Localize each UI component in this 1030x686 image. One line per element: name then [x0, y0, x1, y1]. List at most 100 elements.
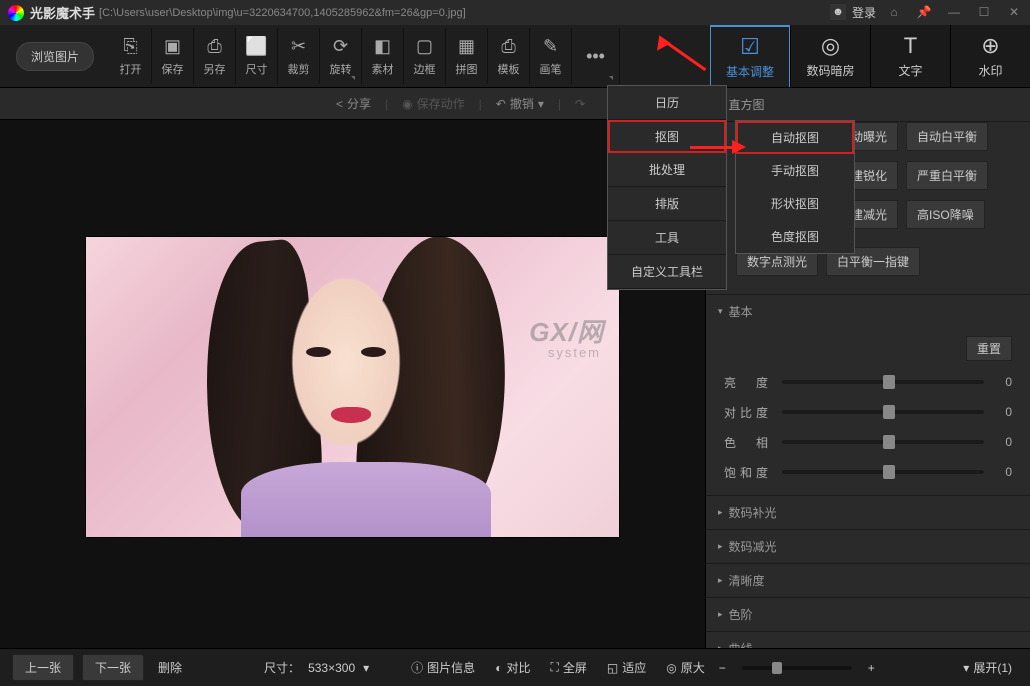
- zoom-in-icon[interactable]: +: [868, 661, 875, 675]
- brush-icon: ✎: [543, 36, 558, 58]
- app-icon: [8, 5, 24, 21]
- zoom-out-icon[interactable]: −: [719, 661, 726, 675]
- fit-icon: ◱: [607, 661, 618, 675]
- chevron-down-icon: ▾: [718, 306, 723, 317]
- watermark-icon: ⊕: [981, 33, 999, 59]
- prev-button[interactable]: 上一张: [12, 654, 74, 681]
- arrow-head-icon: [732, 140, 746, 154]
- menu-tools[interactable]: 工具: [608, 221, 726, 255]
- expand-button[interactable]: ▾展开(1): [957, 657, 1018, 678]
- fit-button[interactable]: ◱适应: [601, 657, 652, 678]
- submenu-auto-cutout[interactable]: 自动抠图: [736, 121, 854, 154]
- crop-icon: ✂: [291, 36, 306, 58]
- more-icon: •••: [586, 45, 605, 67]
- main-toolbar: 浏览图片 ⎘打开 ▣保存 ⎙另存 ⬜尺寸 ✂裁剪 ⟳旋转 ◧素材 ▢边框 ▦拼图…: [0, 25, 1030, 88]
- section-reduce-light[interactable]: ▸数码减光: [706, 530, 1030, 563]
- saveas-icon: ⎙: [207, 36, 221, 58]
- undo-button[interactable]: ↶撤销▾: [490, 93, 550, 114]
- tool-border[interactable]: ▢边框: [404, 28, 446, 84]
- tool-open[interactable]: ⎘打开: [110, 28, 152, 84]
- btn-auto-wb[interactable]: 自动白平衡: [906, 122, 988, 151]
- undo-icon: ↶: [496, 97, 506, 111]
- size-label: 尺寸：: [264, 659, 300, 676]
- saturation-slider[interactable]: [782, 470, 984, 474]
- tool-rotate[interactable]: ⟳旋转: [320, 28, 362, 84]
- slider-saturation: 饱和度 0: [724, 457, 1012, 487]
- tool-material[interactable]: ◧素材: [362, 28, 404, 84]
- chevron-down-icon[interactable]: ▾: [363, 661, 369, 675]
- menu-layout[interactable]: 排版: [608, 187, 726, 221]
- dropdown-arrow-icon: [351, 76, 355, 80]
- tab-digital[interactable]: ◎数码暗房: [790, 25, 870, 87]
- menu-batch[interactable]: 批处理: [608, 153, 726, 187]
- compare-button[interactable]: ◐对比: [489, 657, 536, 678]
- info-icon: ⓘ: [411, 659, 423, 676]
- chevron-down-icon: ▾: [538, 97, 544, 111]
- info-button[interactable]: ⓘ图片信息: [405, 657, 481, 678]
- tab-watermark[interactable]: ⊕水印: [950, 25, 1030, 87]
- dropdown-arrow-icon: [609, 76, 613, 80]
- browse-button[interactable]: 浏览图片: [16, 42, 94, 71]
- menu-custom[interactable]: 自定义工具栏: [608, 255, 726, 289]
- save-icon: ▣: [164, 36, 181, 58]
- section-curves[interactable]: ▸曲线: [706, 632, 1030, 648]
- tool-collage[interactable]: ▦拼图: [446, 28, 488, 84]
- tab-basic[interactable]: ☑基本调整: [710, 25, 790, 87]
- save-action-button[interactable]: ◉保存动作: [396, 93, 471, 114]
- login-link[interactable]: 登录: [852, 4, 876, 21]
- login-face-icon: ☻: [830, 4, 846, 20]
- tool-template[interactable]: ⎙模板: [488, 28, 530, 84]
- tool-brush[interactable]: ✎画笔: [530, 28, 572, 84]
- tab-text[interactable]: T文字: [870, 25, 950, 87]
- submenu-manual-cutout[interactable]: 手动抠图: [736, 154, 854, 187]
- btn-iso-noise[interactable]: 高ISO降噪: [906, 200, 985, 229]
- slider-brightness: 亮 度 0: [724, 367, 1012, 397]
- fullscreen-button[interactable]: ⛶全屏: [544, 657, 592, 678]
- tool-save[interactable]: ▣保存: [152, 28, 194, 84]
- original-button[interactable]: ◎原大: [660, 657, 711, 678]
- submenu-shape-cutout[interactable]: 形状抠图: [736, 187, 854, 220]
- btn-heavy-wb[interactable]: 严重白平衡: [906, 161, 988, 190]
- hue-slider[interactable]: [782, 440, 984, 444]
- section-fill-light[interactable]: ▸数码补光: [706, 496, 1030, 529]
- rotate-icon: ⟳: [333, 36, 348, 58]
- tool-size[interactable]: ⬜尺寸: [236, 28, 278, 84]
- basic-icon: ☑: [740, 34, 760, 60]
- delete-button[interactable]: 删除: [152, 657, 188, 678]
- reset-button[interactable]: 重置: [966, 336, 1012, 361]
- section-levels[interactable]: ▸色阶: [706, 598, 1030, 631]
- zoom-slider[interactable]: [742, 666, 852, 670]
- status-bar: 上一张 下一张 删除 尺寸： 533×300 ▾ ⓘ图片信息 ◐对比 ⛶全屏 ◱…: [0, 648, 1030, 686]
- collage-icon: ▦: [458, 36, 475, 58]
- workspace: GX/网 system: [0, 120, 705, 648]
- submenu-chroma-cutout[interactable]: 色度抠图: [736, 220, 854, 253]
- section-histogram[interactable]: ▸直方图: [706, 88, 1030, 121]
- maximize-button[interactable]: ☐: [972, 2, 996, 22]
- redo-button[interactable]: ↷: [569, 95, 591, 113]
- titlebar: 光影魔术手 [C:\Users\user\Desktop\img\u=32206…: [0, 0, 1030, 25]
- section-basic[interactable]: ▾基本: [706, 295, 1030, 328]
- pin-icon[interactable]: 📌: [912, 2, 936, 22]
- menu-calendar[interactable]: 日历: [608, 86, 726, 120]
- section-clarity[interactable]: ▸清晰度: [706, 564, 1030, 597]
- size-value: 533×300: [308, 661, 355, 675]
- redo-icon: ↷: [575, 97, 585, 111]
- next-button[interactable]: 下一张: [82, 654, 144, 681]
- settings-icon[interactable]: ⌂: [882, 2, 906, 22]
- tool-crop[interactable]: ✂裁剪: [278, 28, 320, 84]
- tool-saveas[interactable]: ⎙另存: [194, 28, 236, 84]
- minimize-button[interactable]: —: [942, 2, 966, 22]
- main-tabs: ☑基本调整 ◎数码暗房 T文字 ⊕水印: [710, 25, 1030, 87]
- template-icon: ⎙: [501, 36, 515, 58]
- contrast-slider[interactable]: [782, 410, 984, 414]
- app-title: 光影魔术手: [30, 3, 95, 22]
- tool-group: ⎘打开 ▣保存 ⎙另存 ⬜尺寸 ✂裁剪 ⟳旋转 ◧素材 ▢边框 ▦拼图 ⎙模板 …: [110, 25, 620, 87]
- share-button[interactable]: <分享: [330, 93, 377, 114]
- slider-contrast: 对比度 0: [724, 397, 1012, 427]
- watermark-text: GX/网: [529, 312, 604, 349]
- text-icon: T: [904, 33, 917, 59]
- tool-more[interactable]: •••: [572, 28, 620, 84]
- canvas-image[interactable]: GX/网 system: [86, 237, 619, 537]
- close-button[interactable]: ✕: [1002, 2, 1026, 22]
- brightness-slider[interactable]: [782, 380, 984, 384]
